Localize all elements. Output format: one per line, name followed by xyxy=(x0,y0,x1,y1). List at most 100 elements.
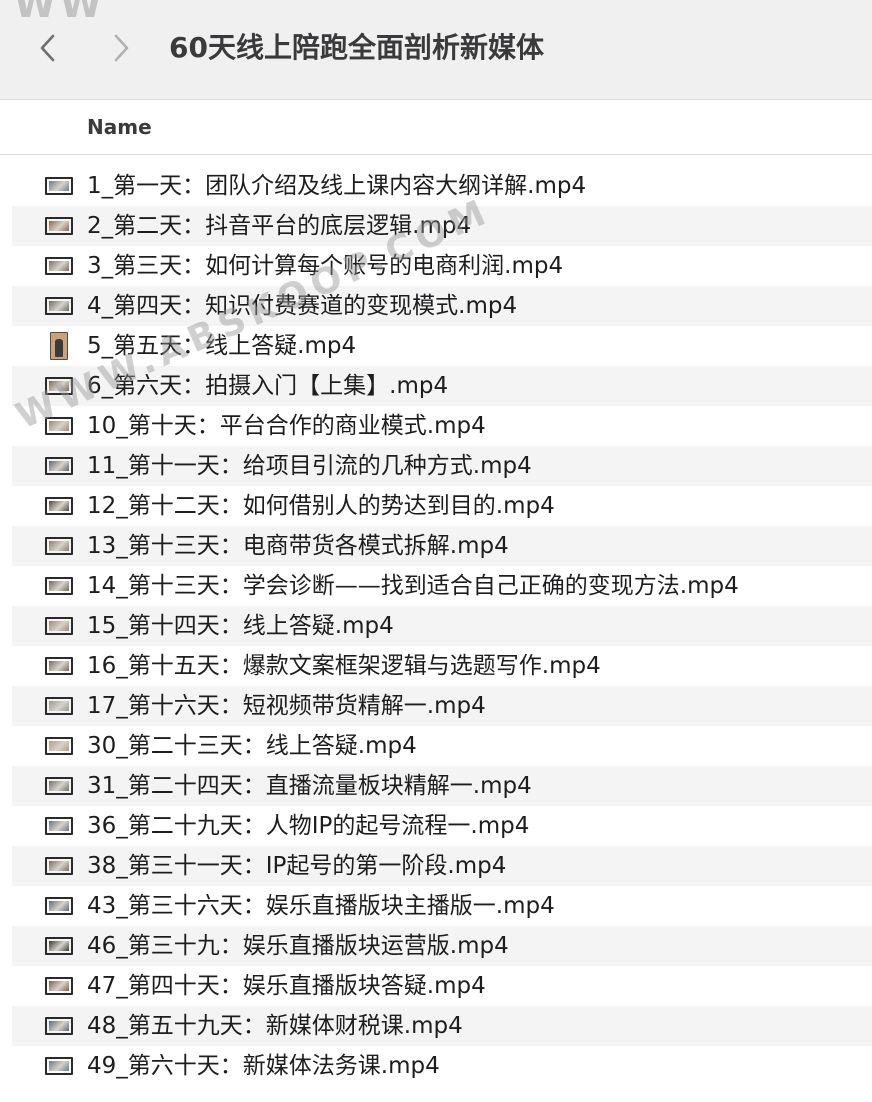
chevron-right-icon xyxy=(114,34,129,62)
file-row[interactable]: 13_第十三天：电商带货各模式拆解.mp4 xyxy=(12,526,872,566)
thumbnail-screen xyxy=(49,381,69,391)
video-thumbnail-icon xyxy=(45,937,73,955)
watermark-top: WW xyxy=(14,0,106,26)
video-thumbnail-icon xyxy=(45,657,73,675)
file-name: 15_第十四天：线上答疑.mp4 xyxy=(87,613,394,639)
file-name: 3_第三天：如何计算每个账号的电商利润.mp4 xyxy=(87,253,564,279)
thumbnail-screen xyxy=(49,661,69,671)
file-name: 47_第四十天：娱乐直播版块答疑.mp4 xyxy=(87,973,486,999)
file-row[interactable]: 16_第十五天：爆款文案框架逻辑与选题写作.mp4 xyxy=(12,646,872,686)
forward-button[interactable] xyxy=(103,26,139,70)
video-thumbnail-icon xyxy=(45,697,73,715)
video-thumbnail-icon xyxy=(45,737,73,755)
file-row[interactable]: 31_第二十四天：直播流量板块精解一.mp4 xyxy=(12,766,872,806)
thumbnail-screen xyxy=(49,461,69,471)
file-name: 6_第六天：拍摄入门【上集】.mp4 xyxy=(87,373,449,399)
video-thumbnail-icon xyxy=(45,857,73,875)
video-thumbnail-icon xyxy=(45,897,73,915)
file-row[interactable]: 11_第十一天：给项目引流的几种方式.mp4 xyxy=(12,446,872,486)
thumbnail-screen xyxy=(49,261,69,271)
thumbnail-screen xyxy=(49,221,69,231)
file-name: 48_第五十九天：新媒体财税课.mp4 xyxy=(87,1013,463,1039)
thumbnail-screen xyxy=(49,901,69,911)
video-thumbnail-icon xyxy=(45,577,73,595)
video-thumbnail-icon xyxy=(45,777,73,795)
file-name: 14_第十三天：学会诊断——找到适合自己正确的变现方法.mp4 xyxy=(87,573,739,599)
window-title: 60天线上陪跑全面剖析新媒体 xyxy=(169,31,544,64)
thumbnail-screen xyxy=(49,1021,69,1031)
file-name: 17_第十六天：短视频带货精解一.mp4 xyxy=(87,693,486,719)
file-name: 12_第十二天：如何借别人的势达到目的.mp4 xyxy=(87,493,555,519)
file-row[interactable]: 46_第三十九：娱乐直播版块运营版.mp4 xyxy=(12,926,872,966)
thumbnail-screen xyxy=(49,621,69,631)
file-row[interactable]: 49_第六十天：新媒体法务课.mp4 xyxy=(12,1046,872,1086)
file-name: 36_第二十九天：人物IP的起号流程一.mp4 xyxy=(87,813,530,839)
file-row[interactable]: 1_第一天：团队介绍及线上课内容大纲详解.mp4 xyxy=(12,166,872,206)
video-thumbnail-icon xyxy=(45,257,73,275)
thumbnail-screen xyxy=(49,581,69,591)
video-thumbnail-icon xyxy=(50,332,68,360)
video-thumbnail-icon xyxy=(45,457,73,475)
file-row[interactable]: 5_第五天：线上答疑.mp4 xyxy=(12,326,872,366)
column-header-name[interactable]: Name xyxy=(87,114,152,140)
thumbnail-screen xyxy=(55,339,63,357)
file-row[interactable]: 15_第十四天：线上答疑.mp4 xyxy=(12,606,872,646)
file-row[interactable]: 6_第六天：拍摄入门【上集】.mp4 xyxy=(12,366,872,406)
file-row[interactable]: 3_第三天：如何计算每个账号的电商利润.mp4 xyxy=(12,246,872,286)
file-row[interactable]: 4_第四天：知识付费赛道的变现模式.mp4 xyxy=(12,286,872,326)
video-thumbnail-icon xyxy=(45,537,73,555)
thumbnail-screen xyxy=(49,541,69,551)
thumbnail-screen xyxy=(49,181,69,191)
video-thumbnail-icon xyxy=(45,377,73,395)
video-thumbnail-icon xyxy=(45,297,73,315)
file-name: 43_第三十六天：娱乐直播版块主播版一.mp4 xyxy=(87,893,555,919)
toolbar: WW 60天线上陪跑全面剖析新媒体 xyxy=(0,0,872,100)
video-thumbnail-icon xyxy=(45,417,73,435)
thumbnail-screen xyxy=(49,781,69,791)
file-name: 13_第十三天：电商带货各模式拆解.mp4 xyxy=(87,533,509,559)
file-name: 5_第五天：线上答疑.mp4 xyxy=(87,333,357,359)
thumbnail-screen xyxy=(49,501,69,511)
file-name: 11_第十一天：给项目引流的几种方式.mp4 xyxy=(87,453,532,479)
chevron-left-icon xyxy=(40,34,55,62)
video-thumbnail-icon xyxy=(45,617,73,635)
file-name: 1_第一天：团队介绍及线上课内容大纲详解.mp4 xyxy=(87,173,587,199)
file-row[interactable]: 17_第十六天：短视频带货精解一.mp4 xyxy=(12,686,872,726)
thumbnail-screen xyxy=(49,981,69,991)
file-row[interactable]: 38_第三十一天：IP起号的第一阶段.mp4 xyxy=(12,846,872,886)
file-row[interactable]: 48_第五十九天：新媒体财税课.mp4 xyxy=(12,1006,872,1046)
thumbnail-screen xyxy=(49,741,69,751)
thumbnail-screen xyxy=(49,421,69,431)
file-name: 46_第三十九：娱乐直播版块运营版.mp4 xyxy=(87,933,509,959)
file-row[interactable]: 14_第十三天：学会诊断——找到适合自己正确的变现方法.mp4 xyxy=(12,566,872,606)
file-name: 2_第二天：抖音平台的底层逻辑.mp4 xyxy=(87,213,472,239)
video-thumbnail-icon xyxy=(45,217,73,235)
file-name: 49_第六十天：新媒体法务课.mp4 xyxy=(87,1053,440,1079)
back-button[interactable] xyxy=(30,26,66,70)
video-thumbnail-icon xyxy=(45,497,73,515)
file-row[interactable]: 36_第二十九天：人物IP的起号流程一.mp4 xyxy=(12,806,872,846)
thumbnail-screen xyxy=(49,861,69,871)
file-row[interactable]: 12_第十二天：如何借别人的势达到目的.mp4 xyxy=(12,486,872,526)
file-row[interactable]: 10_第十天：平台合作的商业模式.mp4 xyxy=(12,406,872,446)
file-name: 4_第四天：知识付费赛道的变现模式.mp4 xyxy=(87,293,518,319)
thumbnail-screen xyxy=(49,301,69,311)
file-row[interactable]: 43_第三十六天：娱乐直播版块主播版一.mp4 xyxy=(12,886,872,926)
file-name: 16_第十五天：爆款文案框架逻辑与选题写作.mp4 xyxy=(87,653,601,679)
file-name: 38_第三十一天：IP起号的第一阶段.mp4 xyxy=(87,853,507,879)
file-row[interactable]: 30_第二十三天：线上答疑.mp4 xyxy=(12,726,872,766)
file-list: 1_第一天：团队介绍及线上课内容大纲详解.mp4 2_第二天：抖音平台的底层逻辑.… xyxy=(12,166,872,1086)
video-thumbnail-icon xyxy=(45,1057,73,1075)
file-row[interactable]: 47_第四十天：娱乐直播版块答疑.mp4 xyxy=(12,966,872,1006)
file-row[interactable]: 2_第二天：抖音平台的底层逻辑.mp4 xyxy=(12,206,872,246)
file-name: 10_第十天：平台合作的商业模式.mp4 xyxy=(87,413,486,439)
video-thumbnail-icon xyxy=(45,177,73,195)
file-name: 30_第二十三天：线上答疑.mp4 xyxy=(87,733,417,759)
thumbnail-screen xyxy=(49,941,69,951)
file-name: 31_第二十四天：直播流量板块精解一.mp4 xyxy=(87,773,532,799)
thumbnail-screen xyxy=(49,701,69,711)
thumbnail-screen xyxy=(49,821,69,831)
video-thumbnail-icon xyxy=(45,977,73,995)
video-thumbnail-icon xyxy=(45,1017,73,1035)
thumbnail-screen xyxy=(49,1061,69,1071)
